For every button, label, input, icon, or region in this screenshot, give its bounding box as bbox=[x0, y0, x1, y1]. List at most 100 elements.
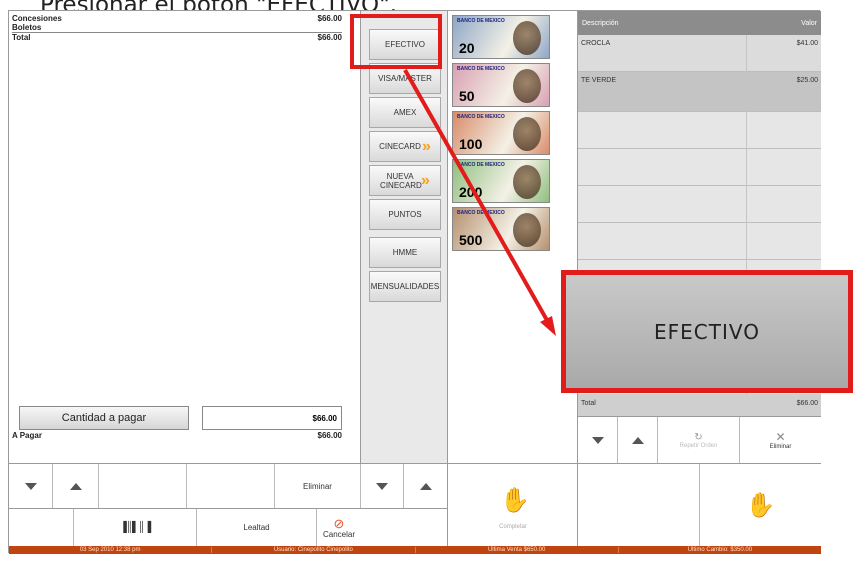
scroll-down-button[interactable] bbox=[361, 464, 404, 508]
blank-button[interactable] bbox=[9, 509, 74, 546]
order-desc: CROCLA bbox=[581, 40, 611, 47]
bill-50[interactable]: BANCO DE MEXICO 50 bbox=[452, 63, 550, 107]
screenshot: Presionar el botón "EFECTIVO". Concesion… bbox=[0, 0, 853, 563]
hands-icon: ✋ bbox=[500, 487, 530, 514]
payment-scroll-buttons bbox=[361, 463, 448, 508]
receipt-line-concesiones: Concesiones $66.00 bbox=[12, 14, 342, 23]
portrait-icon bbox=[513, 213, 541, 247]
zoom-efectivo-button: EFECTIVO bbox=[561, 270, 853, 393]
blank-button[interactable] bbox=[578, 464, 700, 546]
bill-label: BANCO DE MEXICO bbox=[457, 18, 505, 24]
order-bottom-bar: ✋ bbox=[578, 463, 821, 546]
scroll-up-button[interactable] bbox=[618, 417, 658, 463]
arrow-down-icon bbox=[24, 482, 37, 490]
order-header: Descripción Valor bbox=[578, 11, 821, 35]
order-toolbar: ↻ Repetir Orden ✕ Eliminar bbox=[578, 416, 821, 463]
portrait-icon bbox=[513, 69, 541, 103]
cancelar-button[interactable]: ⊘ Cancelar bbox=[317, 509, 361, 546]
receipt-toolbar-top: Eliminar bbox=[9, 463, 361, 508]
repetir-label: Repetir Orden bbox=[679, 442, 718, 449]
repeat-icon: ↻ bbox=[694, 431, 703, 443]
portrait-icon bbox=[513, 165, 541, 199]
line-label: Boletos bbox=[12, 23, 42, 32]
hands-icon: ✋ bbox=[745, 491, 776, 519]
eliminar-label: Eliminar bbox=[769, 444, 792, 450]
eliminar-button[interactable]: Eliminar bbox=[275, 464, 361, 508]
pay-button-puntos[interactable]: PUNTOS bbox=[369, 199, 441, 230]
order-value: $41.00 bbox=[796, 40, 818, 47]
order-value: $25.00 bbox=[796, 77, 818, 84]
total-label: Total bbox=[581, 400, 596, 407]
pay-button-hmme[interactable]: HMME bbox=[369, 237, 441, 268]
pay-button-nueva-cinecard[interactable]: NUEVA CINECARD» bbox=[369, 165, 441, 196]
scroll-down-button[interactable] bbox=[9, 464, 53, 508]
order-row-empty bbox=[578, 112, 821, 149]
arrow-down-icon bbox=[591, 436, 604, 444]
completar-button[interactable]: ✋ Completar bbox=[448, 463, 578, 546]
bill-value: 20 bbox=[459, 40, 475, 56]
bill-label: BANCO DE MEXICO bbox=[457, 210, 505, 216]
pay-label: CINECARD bbox=[379, 142, 421, 151]
bill-200[interactable]: BANCO DE MEXICO 200 bbox=[452, 159, 550, 203]
barcode-icon: ▐║▌║▐ bbox=[119, 522, 151, 533]
arrow-up-icon bbox=[420, 482, 432, 490]
cantidad-a-pagar-button[interactable]: Cantidad a pagar bbox=[19, 406, 189, 430]
order-row[interactable]: TE VERDE $25.00 bbox=[578, 72, 821, 112]
a-pagar-label: A Pagar bbox=[12, 431, 42, 440]
barcode-button[interactable]: ▐║▌║▐ bbox=[74, 509, 197, 546]
bill-500[interactable]: BANCO DE MEXICO 500 bbox=[452, 207, 550, 251]
status-datetime: 03 Sep 2010 12:38 pm bbox=[9, 547, 213, 553]
receipt-panel: Concesiones $66.00 Boletos Total $66.00 … bbox=[9, 11, 361, 463]
status-ultimo-cambio: Último Cambio: $350.00 bbox=[687, 547, 753, 553]
receipt-line-total: Total $66.00 bbox=[12, 32, 342, 42]
chevron-right-icon: » bbox=[421, 172, 430, 189]
bill-100[interactable]: BANCO DE MEXICO 100 bbox=[452, 111, 550, 155]
line-value: $66.00 bbox=[317, 14, 342, 23]
pay-button-mensualidades[interactable]: MENSUALIDADES bbox=[369, 271, 441, 302]
receipt-toolbar-bottom: ▐║▌║▐ Lealtad ⊘ Cancelar bbox=[9, 508, 361, 546]
col-descripcion: Descripción bbox=[582, 19, 619, 27]
highlight-box bbox=[350, 14, 442, 69]
total-value: $66.00 bbox=[796, 400, 818, 407]
bill-value: 200 bbox=[459, 184, 483, 200]
scroll-down-button[interactable] bbox=[578, 417, 618, 463]
repetir-orden-button[interactable]: ↻ Repetir Orden bbox=[658, 417, 740, 463]
receipt-line-boletos: Boletos bbox=[12, 23, 342, 32]
scroll-up-button[interactable] bbox=[53, 464, 99, 508]
line-label: Total bbox=[12, 33, 31, 42]
payment-blank-cell bbox=[361, 508, 448, 546]
bill-label: BANCO DE MEXICO bbox=[457, 66, 505, 72]
bill-value: 50 bbox=[459, 88, 475, 104]
hands-button[interactable]: ✋ bbox=[700, 464, 821, 546]
order-total: Total $66.00 bbox=[578, 394, 821, 416]
a-pagar-value: $66.00 bbox=[317, 431, 342, 440]
eliminar-order-button[interactable]: ✕ Eliminar bbox=[740, 417, 821, 463]
chevron-right-icon: » bbox=[421, 138, 431, 155]
line-label: Concesiones bbox=[12, 14, 62, 23]
col-valor: Valor bbox=[801, 19, 817, 27]
order-desc: TE VERDE bbox=[581, 77, 617, 84]
bills-column: BANCO DE MEXICO 20 BANCO DE MEXICO 50 BA… bbox=[448, 11, 578, 463]
status-usuario: Usuario: Cinepolito Cinepolito bbox=[212, 547, 416, 553]
order-row-empty bbox=[578, 149, 821, 186]
bill-label: BANCO DE MEXICO bbox=[457, 162, 505, 168]
bill-value: 100 bbox=[459, 136, 483, 152]
scroll-up-button[interactable] bbox=[404, 464, 448, 508]
order-row[interactable]: CROCLA $41.00 bbox=[578, 35, 821, 72]
cantidad-field[interactable]: $66.00 bbox=[202, 406, 342, 430]
bill-value: 500 bbox=[459, 232, 483, 248]
status-bar: 03 Sep 2010 12:38 pm Usuario: Cinepolito… bbox=[9, 546, 821, 554]
bill-label: BANCO DE MEXICO bbox=[457, 114, 505, 120]
lealtad-button[interactable]: Lealtad bbox=[197, 509, 317, 546]
arrow-up-icon bbox=[631, 436, 644, 444]
close-icon: ✕ bbox=[775, 430, 786, 444]
pay-button-amex[interactable]: AMEX bbox=[369, 97, 441, 128]
pay-label: NUEVA CINECARD bbox=[380, 171, 422, 190]
bill-20[interactable]: BANCO DE MEXICO 20 bbox=[452, 15, 550, 59]
pay-button-cinecard[interactable]: CINECARD» bbox=[369, 131, 441, 162]
a-pagar-line: A Pagar $66.00 bbox=[12, 431, 342, 440]
blank-button[interactable] bbox=[99, 464, 187, 508]
cancel-icon: ⊘ bbox=[333, 515, 345, 531]
arrow-up-icon bbox=[69, 482, 82, 490]
blank-button[interactable] bbox=[187, 464, 275, 508]
